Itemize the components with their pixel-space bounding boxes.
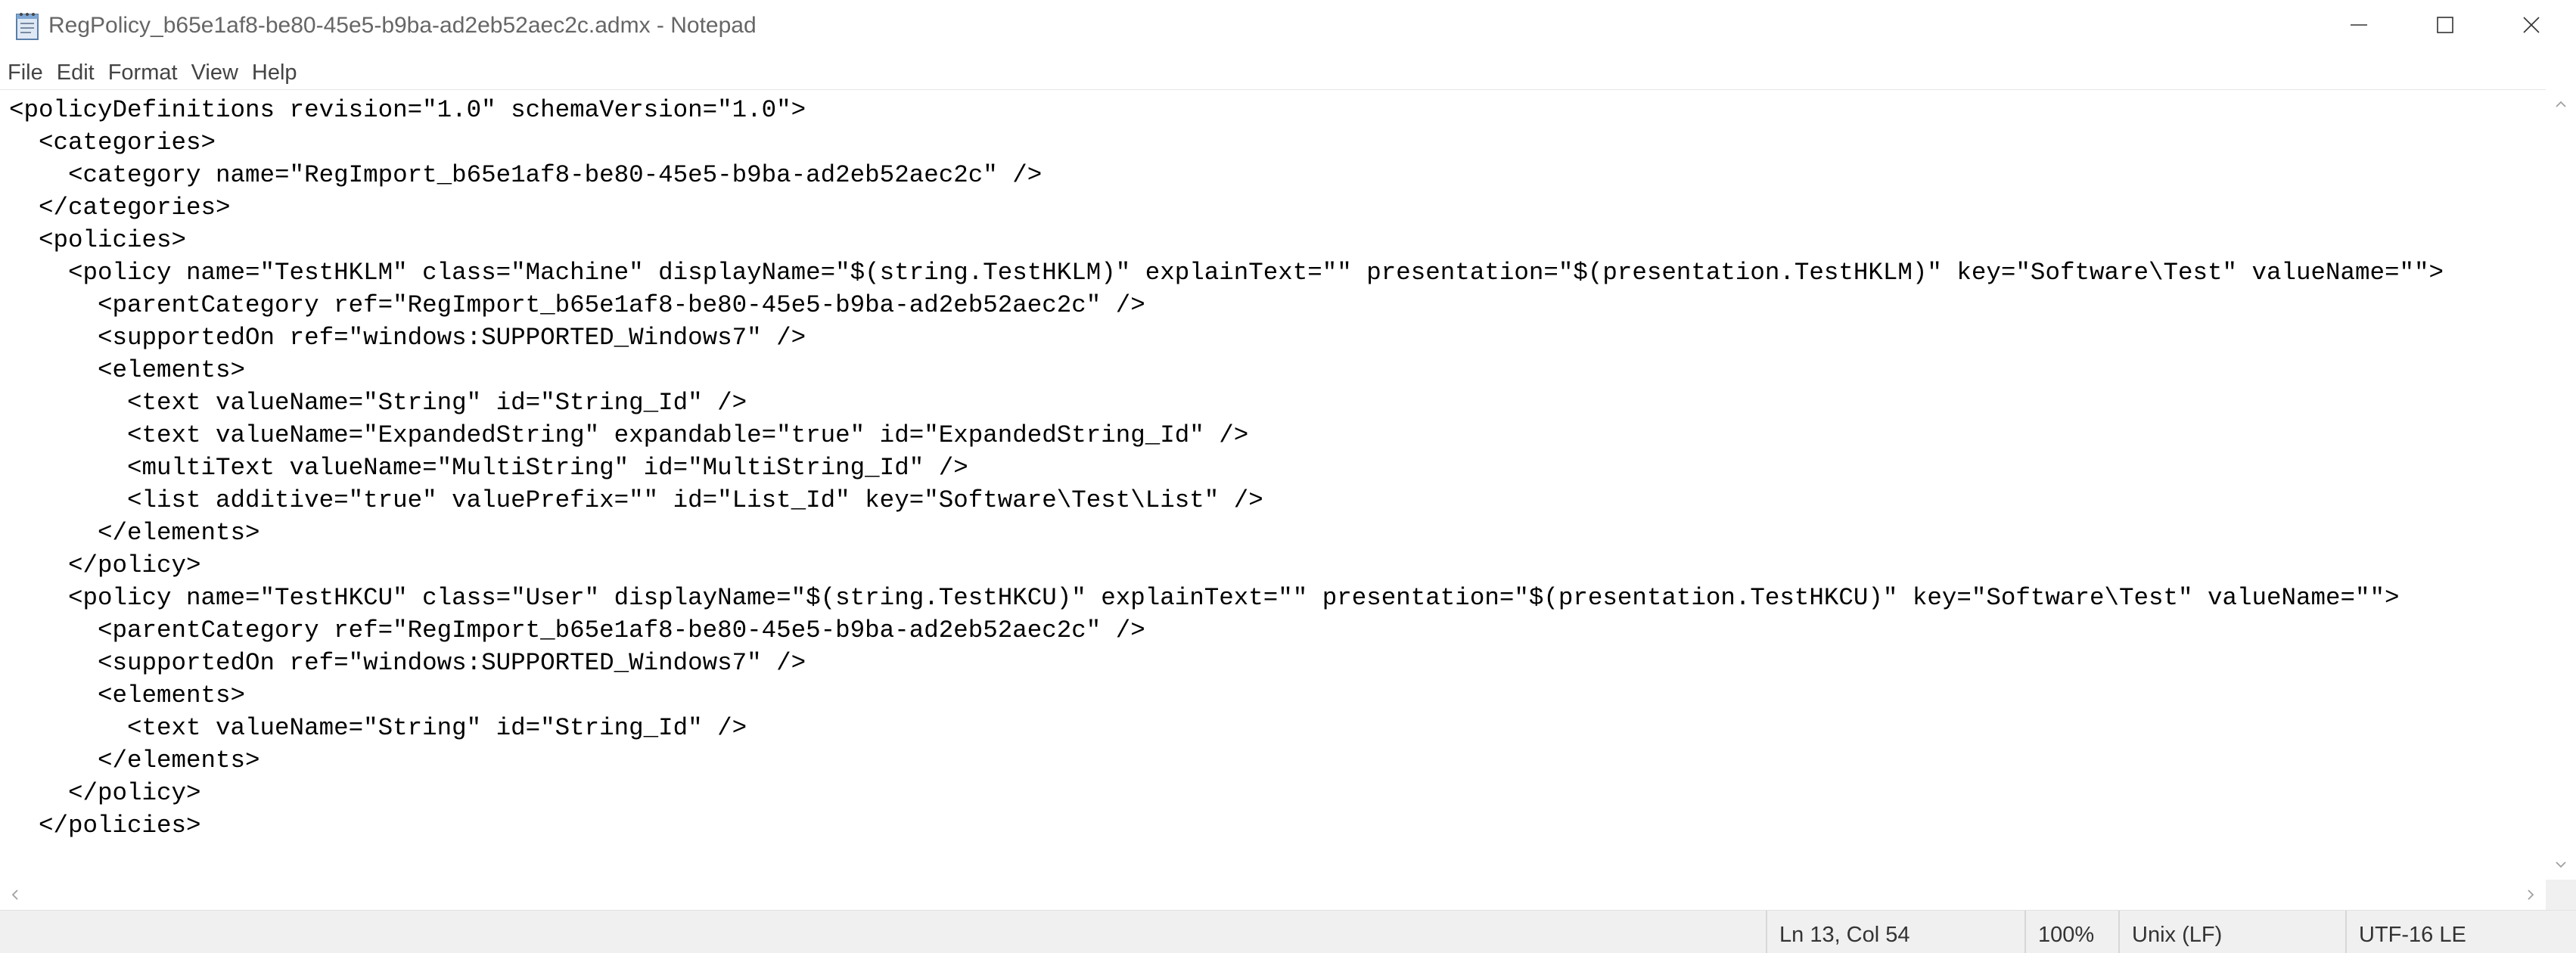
editor-line: <policy name="TestHKCU" class="User" dis… bbox=[9, 584, 2400, 612]
horizontal-scrollbar[interactable] bbox=[0, 880, 2546, 910]
maximize-icon bbox=[2435, 15, 2455, 39]
editor-line: </policy> bbox=[9, 779, 201, 807]
editor-line: <parentCategory ref="RegImport_b65e1af8-… bbox=[9, 616, 1145, 644]
status-bar: Ln 13, Col 54 100% Unix (LF) UTF-16 LE bbox=[0, 910, 2576, 953]
menu-view[interactable]: View bbox=[185, 56, 245, 89]
editor-line: <elements> bbox=[9, 356, 246, 384]
editor-line: <supportedOn ref="windows:SUPPORTED_Wind… bbox=[9, 324, 806, 352]
editor-line: <text valueName="String" id="String_Id" … bbox=[9, 714, 747, 742]
status-zoom: 100% bbox=[2024, 911, 2117, 953]
status-encoding: UTF-16 LE bbox=[2345, 911, 2576, 953]
editor-line: <text valueName="ExpandedString" expanda… bbox=[9, 421, 1249, 449]
editor-line: <policies> bbox=[9, 226, 187, 254]
editor-line: </elements> bbox=[9, 519, 260, 547]
menu-file[interactable]: File bbox=[0, 56, 50, 89]
scrollbar-corner bbox=[2546, 880, 2576, 910]
minimize-icon bbox=[2349, 15, 2369, 39]
maximize-button[interactable] bbox=[2402, 0, 2488, 53]
editor-line: <parentCategory ref="RegImport_b65e1af8-… bbox=[9, 291, 1145, 319]
editor-line: <multiText valueName="MultiString" id="M… bbox=[9, 454, 968, 482]
scroll-down-icon[interactable] bbox=[2546, 849, 2576, 880]
menu-format[interactable]: Format bbox=[101, 56, 185, 89]
notepad-window: RegPolicy_b65e1af8-be80-45e5-b9ba-ad2eb5… bbox=[0, 0, 2576, 953]
window-title: RegPolicy_b65e1af8-be80-45e5-b9ba-ad2eb5… bbox=[48, 13, 757, 38]
title-bar[interactable]: RegPolicy_b65e1af8-be80-45e5-b9ba-ad2eb5… bbox=[0, 0, 2576, 53]
editor-line: </policy> bbox=[9, 551, 201, 579]
editor-line: <categories> bbox=[9, 129, 216, 157]
editor-line: <policy name="TestHKLM" class="Machine" … bbox=[9, 259, 2444, 287]
scroll-left-icon[interactable] bbox=[0, 880, 30, 910]
editor-line: <list additive="true" valuePrefix="" id=… bbox=[9, 486, 1263, 514]
editor-line: </policies> bbox=[9, 812, 201, 840]
editor-line: <supportedOn ref="windows:SUPPORTED_Wind… bbox=[9, 649, 806, 677]
editor-line: </categories> bbox=[9, 194, 231, 222]
menu-help[interactable]: Help bbox=[245, 56, 304, 89]
status-cursor-position: Ln 13, Col 54 bbox=[1766, 911, 2015, 953]
notepad-icon[interactable] bbox=[14, 11, 42, 41]
editor-content[interactable]: <policyDefinitions revision="1.0" schema… bbox=[9, 94, 2444, 842]
minimize-button[interactable] bbox=[2316, 0, 2402, 53]
menu-edit[interactable]: Edit bbox=[50, 56, 101, 89]
text-editor[interactable]: <policyDefinitions revision="1.0" schema… bbox=[0, 89, 2546, 880]
vertical-scrollbar[interactable] bbox=[2546, 89, 2576, 880]
status-line-ending: Unix (LF) bbox=[2118, 911, 2345, 953]
editor-line: <elements> bbox=[9, 681, 246, 709]
close-button[interactable] bbox=[2488, 0, 2574, 53]
close-icon bbox=[2522, 15, 2541, 39]
editor-line: <text valueName="String" id="String_Id" … bbox=[9, 389, 747, 417]
scroll-up-icon[interactable] bbox=[2546, 89, 2576, 120]
editor-line: <category name="RegImport_b65e1af8-be80-… bbox=[9, 161, 1043, 189]
scroll-right-icon[interactable] bbox=[2515, 880, 2546, 910]
editor-line: <policyDefinitions revision="1.0" schema… bbox=[9, 96, 806, 124]
editor-line: </elements> bbox=[9, 747, 260, 775]
menu-bar: File Edit Format View Help bbox=[0, 56, 304, 89]
